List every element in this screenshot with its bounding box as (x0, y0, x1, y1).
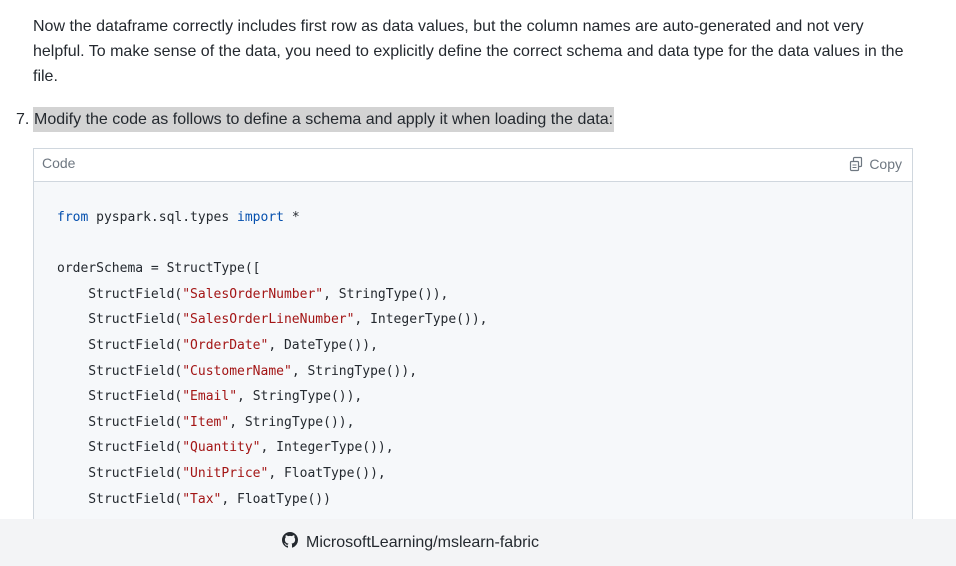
code-token-structfield: StructField( (57, 286, 183, 302)
code-token-structfield: StructField( (57, 491, 183, 507)
code-line-structfield: StructField("Item", StringType()), (57, 415, 354, 430)
code-line-structfield: StructField("UnitPrice", FloatType()), (57, 465, 386, 481)
code-token-field-name: "Quantity" (182, 440, 261, 456)
code-line-structfield: StructField("Quantity", IntegerType()), (57, 440, 394, 456)
code-token-field-type: IntegerType()), (370, 312, 488, 328)
code-token-structfield: StructField( (57, 363, 183, 379)
copy-icon (848, 156, 864, 172)
code-token-separator: , (354, 312, 371, 328)
code-token-structfield: StructField( (57, 337, 183, 353)
code-line-structfield: StructField("SalesOrderLineNumber", Inte… (57, 312, 487, 327)
code-header: Code Copy (34, 149, 912, 182)
code-token-separator: , (229, 414, 245, 430)
step-7: 7. Modify the code as follows to define … (16, 107, 615, 132)
copy-button[interactable]: Copy (848, 156, 902, 172)
code-token-import: import (237, 210, 284, 225)
github-icon (282, 532, 298, 553)
code-token-field-name: "Item" (182, 414, 230, 430)
code-token-field-type: DateType()), (283, 337, 378, 353)
code-line-structfield: StructField("OrderDate", DateType()), (57, 338, 378, 353)
code-token-star: * (284, 210, 300, 225)
code-token-field-name: "UnitPrice" (182, 465, 269, 481)
code-line-structfield: StructField("Tax", FloatType()) (57, 492, 331, 507)
code-token-field-type: IntegerType()), (276, 440, 394, 456)
code-token-field-name: "CustomerName" (182, 363, 292, 379)
code-token-field-type: StringType()), (307, 363, 418, 379)
code-token-separator: , (323, 286, 339, 302)
code-token-field-name: "Email" (182, 389, 238, 405)
code-token-structfield: StructField( (57, 465, 183, 481)
code-token-separator: , (260, 440, 277, 456)
code-content: from pyspark.sql.types import * orderSch… (57, 205, 487, 512)
code-token-field-name: "Tax" (182, 491, 222, 507)
code-token-from: from (57, 210, 89, 225)
code-line-structfield: StructField("CustomerName", StringType()… (57, 364, 417, 379)
code-line-structfield: StructField("SalesOrderNumber", StringTy… (57, 287, 448, 302)
code-language-label: Code (42, 155, 76, 171)
code-token-structfield: StructField( (57, 312, 183, 328)
code-token-separator: , (268, 337, 284, 353)
step-number: 7. (16, 111, 30, 128)
code-token-structfield: StructField( (57, 389, 183, 405)
repo-link[interactable]: MicrosoftLearning/mslearn-fabric (282, 532, 539, 553)
footer-bar: MicrosoftLearning/mslearn-fabric (0, 519, 956, 566)
code-token-separator: , (291, 363, 308, 379)
code-line-structfield: StructField("Email", StringType()), (57, 389, 362, 404)
code-token-field-type: FloatType()), (283, 465, 386, 481)
code-fields: StructField("SalesOrderNumber", StringTy… (57, 287, 487, 507)
code-token-field-type: FloatType()) (237, 491, 331, 507)
code-token-separator: , (268, 465, 284, 481)
step-instruction: Modify the code as follows to define a s… (33, 107, 615, 132)
copy-label: Copy (869, 156, 902, 172)
code-line-schema: orderSchema = StructType([ (57, 261, 261, 277)
intro-paragraph: Now the dataframe correctly includes fir… (33, 18, 904, 85)
code-token-field-name: "SalesOrderNumber" (182, 286, 324, 302)
code-token-field-type: StringType()), (338, 286, 449, 302)
code-block: Code Copy from pyspark.sql.types import … (33, 148, 913, 548)
code-token-field-type: StringType()), (252, 389, 363, 405)
code-token-separator: , (237, 389, 253, 405)
code-token-field-name: "OrderDate" (182, 337, 269, 353)
repo-label: MicrosoftLearning/mslearn-fabric (306, 533, 539, 551)
code-token-structfield: StructField( (57, 440, 183, 456)
code-token-field-name: "SalesOrderLineNumber" (182, 312, 355, 328)
code-token-module: pyspark.sql.types (88, 210, 238, 225)
code-token-structfield: StructField( (57, 414, 183, 430)
code-token-field-type: StringType()), (244, 414, 355, 430)
code-token-separator: , (221, 491, 238, 507)
